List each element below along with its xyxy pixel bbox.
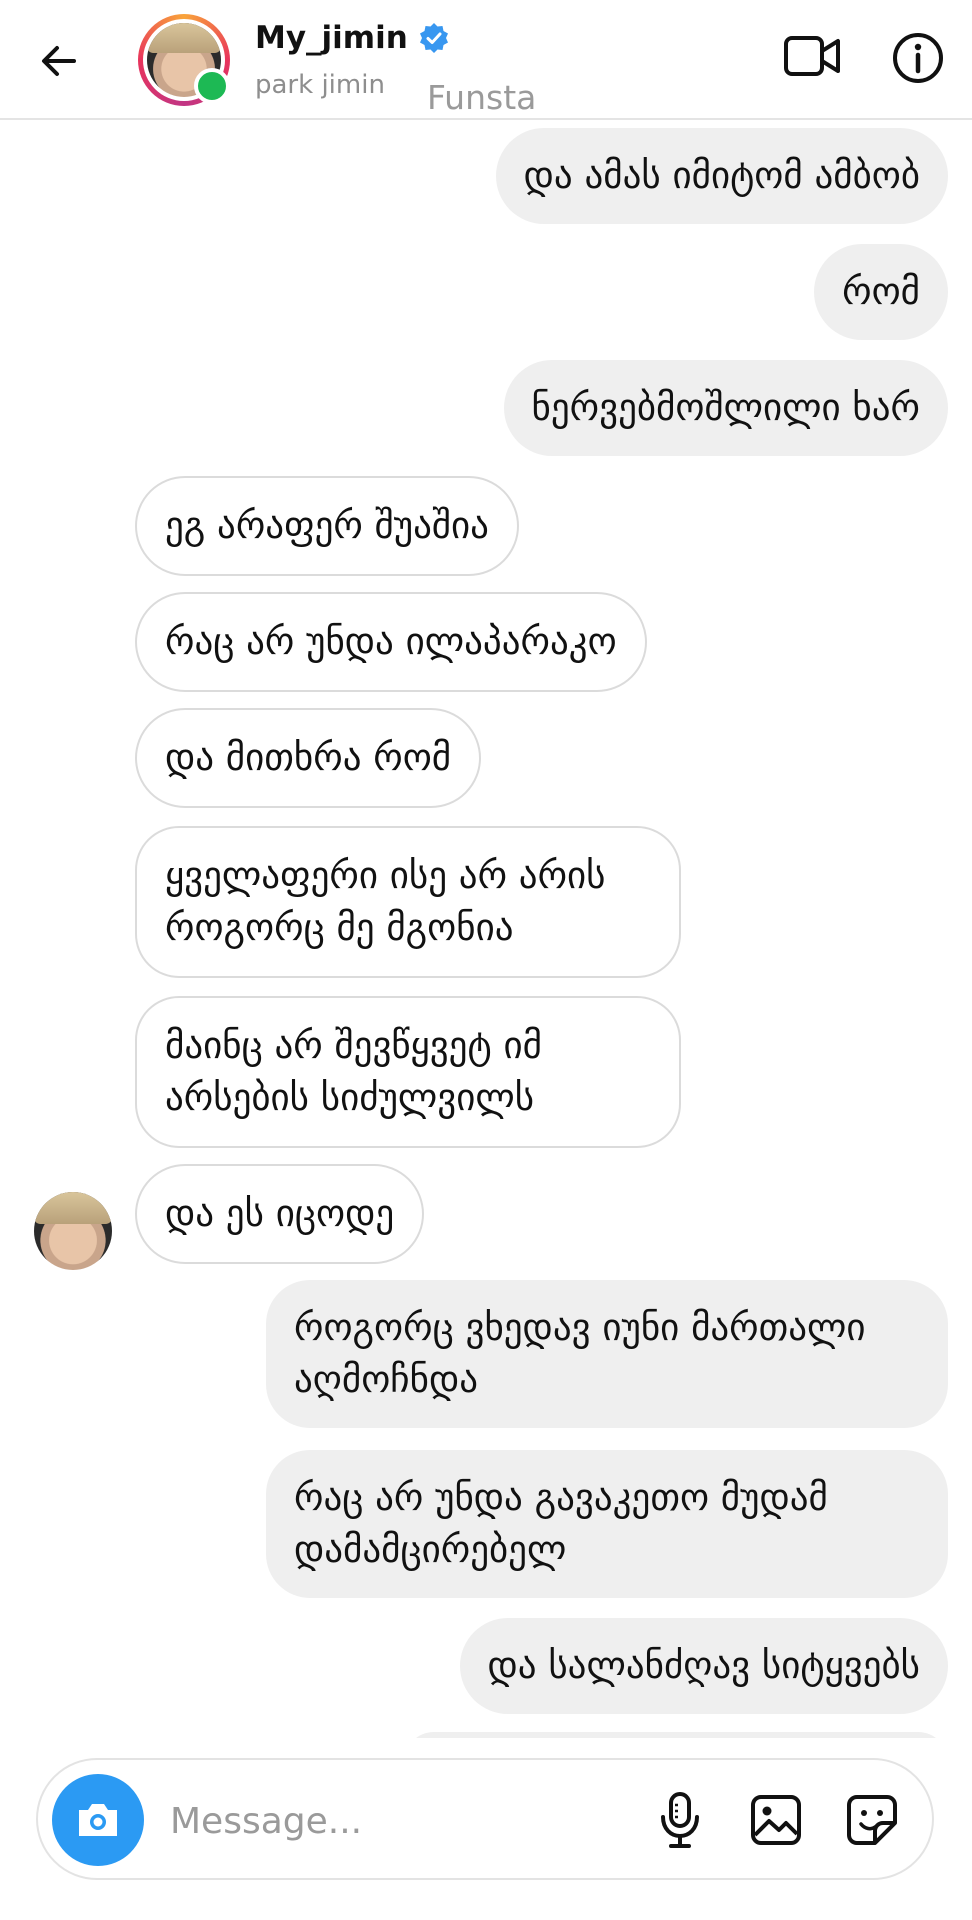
info-icon	[893, 33, 943, 83]
message-composer	[36, 1758, 934, 1880]
message-bubble-incoming[interactable]: მაინც არ შევწყვეტ იმ არსების სიძულვილს	[135, 996, 681, 1148]
message-input[interactable]	[168, 1790, 652, 1852]
message-bubble-outgoing[interactable]: ნერვებმოშლილი ხარ	[503, 360, 948, 456]
message-bubble-outgoing[interactable]: რომ	[814, 244, 948, 340]
message-bubble-incoming[interactable]: და ეს იცოდე	[135, 1164, 425, 1264]
sender-avatar[interactable]	[34, 1192, 112, 1270]
message-bubble-incoming[interactable]: რაც არ უნდა ილაპარაკო	[135, 592, 647, 692]
video-call-button[interactable]	[780, 28, 844, 84]
back-arrow-icon	[42, 46, 76, 76]
profile-subname: park jimin	[255, 70, 385, 100]
gallery-button[interactable]	[744, 1788, 808, 1852]
message-bubble-outgoing[interactable]: როგორც ვხედავ იუნი მართალი აღმოჩნდა	[266, 1280, 948, 1428]
message-bubble-outgoing[interactable]: რაც არ უნდა გავაკეთო მუდამ დამამცირებელ	[266, 1450, 948, 1598]
message-bubble-outgoing-partial[interactable]	[404, 1732, 948, 1738]
sticker-icon	[847, 1795, 897, 1845]
verified-badge-icon	[419, 23, 448, 53]
video-call-icon	[784, 36, 840, 76]
username: My_jimin	[255, 20, 408, 56]
online-status-dot	[194, 68, 230, 104]
back-button[interactable]	[32, 34, 86, 88]
chat-header: My_jimin park jimin Funsta	[0, 0, 972, 120]
sticker-button[interactable]	[840, 1788, 904, 1852]
message-bubble-outgoing[interactable]: და სალანძღავ სიტყვებს	[459, 1618, 948, 1714]
overlay-watermark-text: Funsta	[427, 78, 537, 117]
voice-message-button[interactable]	[650, 1788, 710, 1852]
message-bubble-incoming[interactable]: ყველაფერი ისე არ არის როგორც მე მგონია	[135, 826, 681, 978]
message-bubble-incoming[interactable]: და მითხრა რომ	[135, 708, 482, 808]
gallery-icon	[751, 1795, 801, 1845]
message-thread[interactable]: და ამას იმიტომ ამბობ რომ ნერვებმოშლილი ხ…	[0, 118, 972, 1738]
profile-name-row[interactable]: My_jimin	[255, 20, 450, 56]
message-bubble-incoming[interactable]: ეგ არაფერ შუაშია	[135, 476, 519, 576]
camera-icon	[79, 1804, 117, 1836]
microphone-icon	[661, 1792, 699, 1848]
info-button[interactable]	[888, 28, 948, 88]
camera-button[interactable]	[52, 1774, 144, 1866]
message-bubble-outgoing[interactable]: და ამას იმიტომ ამბობ	[495, 128, 948, 224]
